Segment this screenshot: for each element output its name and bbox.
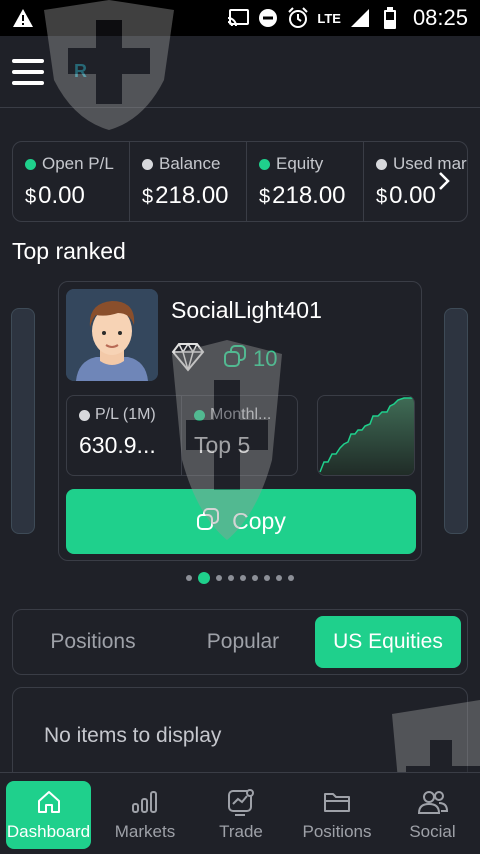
stat-value: 218.00 [155,182,229,209]
stat-value: 218.00 [272,182,346,209]
bottom-navigation: Dashboard Markets Trade Positions Social [0,772,480,854]
list-tabs: Positions Popular US Equities [12,609,468,675]
currency-symbol: $ [25,186,37,208]
diamond-icon [171,342,205,377]
cast-icon [227,7,250,29]
carousel-pager[interactable] [0,572,480,584]
status-dot [376,158,387,170]
pager-dot[interactable] [240,575,246,581]
stat-value: Top 5 [194,432,251,458]
network-type: LTE [317,10,341,26]
status-dot [142,158,153,170]
currency-symbol: $ [142,186,154,208]
stat-label: Monthl... [210,406,272,423]
nav-label: Social [409,822,456,841]
trader-card[interactable]: SocialLight401 10 P/L (1M) 630.9... Mont… [58,281,422,561]
pager-dot[interactable] [186,575,192,581]
previous-trader-card[interactable] [11,308,35,534]
pager-dot[interactable] [276,575,282,581]
people-icon [417,788,449,816]
alarm-icon [287,7,309,29]
stat-label: P/L (1M) [95,406,156,423]
nav-label: Trade [219,822,263,841]
home-icon [36,788,62,816]
status-dot [25,158,36,170]
currency-symbol: $ [376,186,388,208]
pager-dot[interactable] [216,575,222,581]
trader-avatar [66,289,158,381]
status-bar: LTE 08:25 [0,0,480,36]
nav-label: Dashboard [6,822,91,841]
clock: 08:25 [412,5,468,30]
nav-markets[interactable]: Markets [100,781,190,849]
account-stats-strip[interactable]: Open P/L $0.00 Balance $218.00 Equity $2… [12,141,468,222]
stat-balance: Balance $218.00 [130,142,247,221]
nav-label: Markets [114,822,176,841]
stat-label: Balance [159,154,221,173]
pager-dot[interactable] [288,575,294,581]
pager-dot[interactable] [264,575,270,581]
copiers-value: 10 [253,346,278,371]
signal-icon [349,7,371,29]
trader-name: SocialLight401 [171,297,322,323]
copy-trader-button[interactable]: Copy [66,489,416,554]
next-trader-card[interactable] [444,308,468,534]
stat-value: 0.00 [389,182,436,209]
nav-trade[interactable]: Trade [196,781,286,849]
pager-dot[interactable] [252,575,258,581]
stat-monthly-rank: Monthl... Top 5 [182,396,297,475]
section-title-top-ranked: Top ranked [12,238,126,264]
chevron-right-icon[interactable] [434,168,454,194]
empty-message: No items to display [44,724,222,747]
trader-stats: P/L (1M) 630.9... Monthl... Top 5 [66,395,298,476]
tab-popular[interactable]: Popular [173,616,313,668]
copy-button-label: Copy [232,508,286,534]
stat-label: Equity [276,154,324,173]
copiers-count: 10 [223,344,277,374]
copy-icon [196,507,220,537]
stat-equity: Equity $218.00 [247,142,364,221]
stat-label: Open P/L [42,154,114,173]
tab-positions[interactable]: Positions [23,616,163,668]
stat-value: 630.9... [79,432,156,458]
tab-us-equities[interactable]: US Equities [315,616,461,668]
copy-icon [223,344,247,374]
bars-icon [131,788,159,816]
trade-icon [227,788,255,816]
nav-positions[interactable]: Positions [292,781,382,849]
nav-social[interactable]: Social [390,781,475,849]
folder-icon [323,788,351,816]
stat-open-pl: Open P/L $0.00 [13,142,130,221]
app-logo: R [74,61,87,81]
stat-label: Used mar [393,154,467,173]
status-dot [259,158,270,170]
pager-dot[interactable] [198,572,210,584]
nav-dashboard[interactable]: Dashboard [6,781,91,849]
menu-icon[interactable] [12,58,44,85]
warning-icon [12,7,34,29]
status-dot [79,409,90,421]
app-header: R [0,36,480,108]
pager-dot[interactable] [228,575,234,581]
nav-label: Positions [302,822,372,841]
battery-icon [379,7,401,29]
currency-symbol: $ [259,186,271,208]
stat-pl-1m: P/L (1M) 630.9... [67,396,182,475]
stat-value: 0.00 [38,182,85,209]
dnd-icon [257,7,279,29]
performance-sparkline [317,395,415,476]
status-dot [194,409,205,421]
